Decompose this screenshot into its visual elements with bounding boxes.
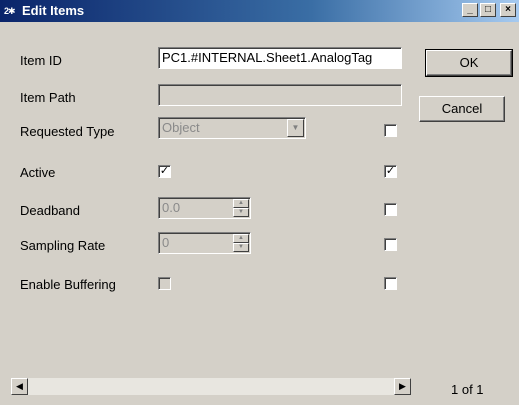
enable-buffering-checkbox[interactable] bbox=[158, 277, 171, 290]
scroll-right-icon[interactable]: ▶ bbox=[394, 378, 411, 395]
item-id-label: Item ID bbox=[20, 53, 62, 68]
check-icon: ✓ bbox=[385, 165, 396, 177]
scroll-left-icon[interactable]: ◀ bbox=[11, 378, 28, 395]
deadband-spinbox[interactable]: 0.0 ▲ ▼ bbox=[158, 197, 251, 219]
active-checkbox[interactable]: ✓ bbox=[158, 165, 171, 178]
requested-type-select[interactable]: Object ▼ bbox=[158, 117, 306, 139]
close-button[interactable]: × bbox=[500, 3, 516, 17]
chevron-down-icon[interactable]: ▼ bbox=[287, 119, 304, 137]
title-bar[interactable]: 2✱ Edit Items _ □ × bbox=[0, 0, 519, 22]
minimize-button[interactable]: _ bbox=[462, 3, 478, 17]
requested-type-override-checkbox[interactable] bbox=[384, 124, 397, 137]
item-id-input[interactable]: PC1.#INTERNAL.Sheet1.AnalogTag bbox=[158, 47, 402, 69]
item-path-label: Item Path bbox=[20, 90, 76, 105]
sampling-rate-spinbox[interactable]: 0 ▲ ▼ bbox=[158, 232, 251, 254]
requested-type-label: Requested Type bbox=[20, 124, 115, 139]
page-indicator: 1 of 1 bbox=[451, 382, 484, 397]
deadband-override-checkbox[interactable] bbox=[384, 203, 397, 216]
edit-items-dialog: 2✱ Edit Items _ □ × Item ID PC1.#INTERNA… bbox=[0, 0, 519, 405]
item-path-input[interactable] bbox=[158, 84, 402, 106]
item-id-value: PC1.#INTERNAL.Sheet1.AnalogTag bbox=[162, 50, 373, 65]
sampling-rate-value: 0 bbox=[162, 235, 170, 250]
enable-buffering-override-checkbox[interactable] bbox=[384, 277, 397, 290]
spin-up-icon[interactable]: ▲ bbox=[233, 234, 249, 243]
spin-up-icon[interactable]: ▲ bbox=[233, 199, 249, 208]
enable-buffering-label: Enable Buffering bbox=[20, 277, 116, 292]
sampling-rate-label: Sampling Rate bbox=[20, 238, 106, 253]
check-icon: ✓ bbox=[159, 165, 170, 177]
app-icon: 2✱ bbox=[4, 6, 16, 16]
active-label: Active bbox=[20, 165, 56, 180]
horizontal-scrollbar[interactable]: ◀ ▶ bbox=[11, 378, 411, 395]
ok-button[interactable]: OK bbox=[425, 49, 513, 77]
cancel-button[interactable]: Cancel bbox=[419, 96, 505, 122]
window-title: Edit Items bbox=[22, 3, 85, 18]
maximize-button[interactable]: □ bbox=[480, 3, 496, 17]
sampling-rate-override-checkbox[interactable] bbox=[384, 238, 397, 251]
requested-type-value: Object bbox=[162, 120, 200, 135]
deadband-value: 0.0 bbox=[162, 200, 181, 215]
deadband-label: Deadband bbox=[20, 203, 80, 218]
spin-down-icon[interactable]: ▼ bbox=[233, 208, 249, 217]
active-override-checkbox[interactable]: ✓ bbox=[384, 165, 397, 178]
deadband-spinner[interactable]: ▲ ▼ bbox=[233, 199, 249, 217]
spin-down-icon[interactable]: ▼ bbox=[233, 243, 249, 252]
sampling-rate-spinner[interactable]: ▲ ▼ bbox=[233, 234, 249, 252]
